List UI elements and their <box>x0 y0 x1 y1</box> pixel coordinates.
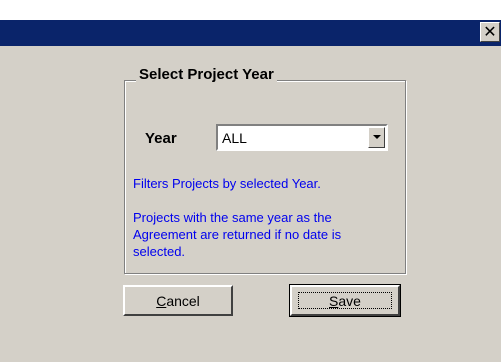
cancel-button-label: Cancel <box>156 292 200 309</box>
year-dropdown[interactable]: ALL <box>216 124 388 151</box>
year-dropdown-value: ALL <box>222 130 247 146</box>
help-text-line: Projects with the same year as the <box>133 210 332 225</box>
dropdown-arrow-button[interactable] <box>368 127 385 148</box>
group-title: Select Project Year <box>136 65 277 85</box>
save-button-label: Save <box>329 292 361 309</box>
save-button[interactable]: Save <box>289 284 401 317</box>
cancel-button[interactable]: Cancel <box>123 285 233 316</box>
close-icon: ✕ <box>483 22 497 41</box>
year-label: Year <box>145 130 177 147</box>
help-text-line: selected. <box>133 244 186 259</box>
close-button[interactable]: ✕ <box>480 22 500 42</box>
help-text-line: Agreement are returned if no date is <box>133 227 342 242</box>
title-bar[interactable]: ✕ <box>0 20 501 46</box>
help-text-filter: Filters Projects by selected Year. <box>133 176 321 191</box>
